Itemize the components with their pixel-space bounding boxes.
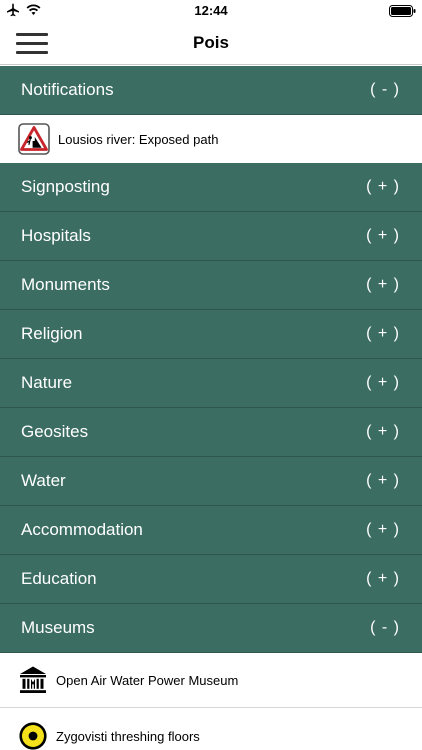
expand-toggle[interactable]: ( + ) — [366, 472, 400, 490]
section-label: Education — [21, 569, 97, 588]
section-water[interactable]: Water ( + ) — [0, 457, 422, 506]
section-accommodation[interactable]: Accommodation ( + ) — [0, 506, 422, 555]
section-geosites[interactable]: Geosites ( + ) — [0, 408, 422, 457]
expand-toggle[interactable]: ( + ) — [366, 521, 400, 539]
section-label: Signposting — [21, 177, 110, 196]
section-monuments[interactable]: Monuments ( + ) — [0, 261, 422, 310]
expand-toggle[interactable]: ( + ) — [366, 178, 400, 196]
list-item-lousios-river[interactable]: Lousios river: Exposed path — [0, 115, 422, 163]
expand-toggle[interactable]: ( + ) — [366, 276, 400, 294]
collapse-toggle[interactable]: ( - ) — [370, 619, 400, 637]
expand-toggle[interactable]: ( + ) — [366, 374, 400, 392]
expand-toggle[interactable]: ( + ) — [366, 227, 400, 245]
museum-icon — [20, 666, 46, 693]
section-nature[interactable]: Nature ( + ) — [0, 359, 422, 408]
page-title: Pois — [193, 33, 229, 52]
list-item-zygovisti-threshing-floors[interactable]: Zygovisti threshing floors — [0, 708, 422, 750]
section-signposting[interactable]: Signposting ( + ) — [0, 163, 422, 212]
yellow-target-icon — [19, 722, 47, 750]
expand-toggle[interactable]: ( + ) — [366, 570, 400, 588]
battery-icon — [389, 5, 416, 17]
section-label: Accommodation — [21, 520, 143, 539]
expand-toggle[interactable]: ( + ) — [366, 423, 400, 441]
list-item-label: Lousios river: Exposed path — [58, 131, 219, 147]
list-item-label: Open Air Water Power Museum — [56, 672, 239, 688]
status-time: 12:44 — [194, 3, 228, 18]
list-item-water-power-museum[interactable]: Open Air Water Power Museum — [0, 653, 422, 708]
section-label: Water — [21, 471, 66, 490]
section-label: Hospitals — [21, 226, 91, 245]
warning-cliff-icon — [18, 123, 50, 155]
status-bar: 12:44 — [0, 0, 422, 22]
list-item-label: Zygovisti threshing floors — [56, 728, 200, 744]
section-label: Religion — [21, 324, 83, 343]
section-museums[interactable]: Museums ( - ) — [0, 604, 422, 653]
section-religion[interactable]: Religion ( + ) — [0, 310, 422, 359]
section-label: Museums — [21, 618, 95, 637]
section-hospitals[interactable]: Hospitals ( + ) — [0, 212, 422, 261]
section-education[interactable]: Education ( + ) — [0, 555, 422, 604]
section-label: Notifications — [21, 80, 114, 99]
section-notifications[interactable]: Notifications ( - ) — [0, 66, 422, 115]
expand-toggle[interactable]: ( + ) — [366, 325, 400, 343]
collapse-toggle[interactable]: ( - ) — [370, 81, 400, 99]
poi-category-list: Notifications ( - ) Lousios river: Expos… — [0, 66, 422, 750]
status-right — [389, 4, 416, 22]
section-label: Nature — [21, 373, 73, 392]
navbar: Pois — [0, 22, 422, 65]
section-label: Monuments — [21, 275, 110, 294]
section-label: Geosites — [21, 422, 89, 441]
